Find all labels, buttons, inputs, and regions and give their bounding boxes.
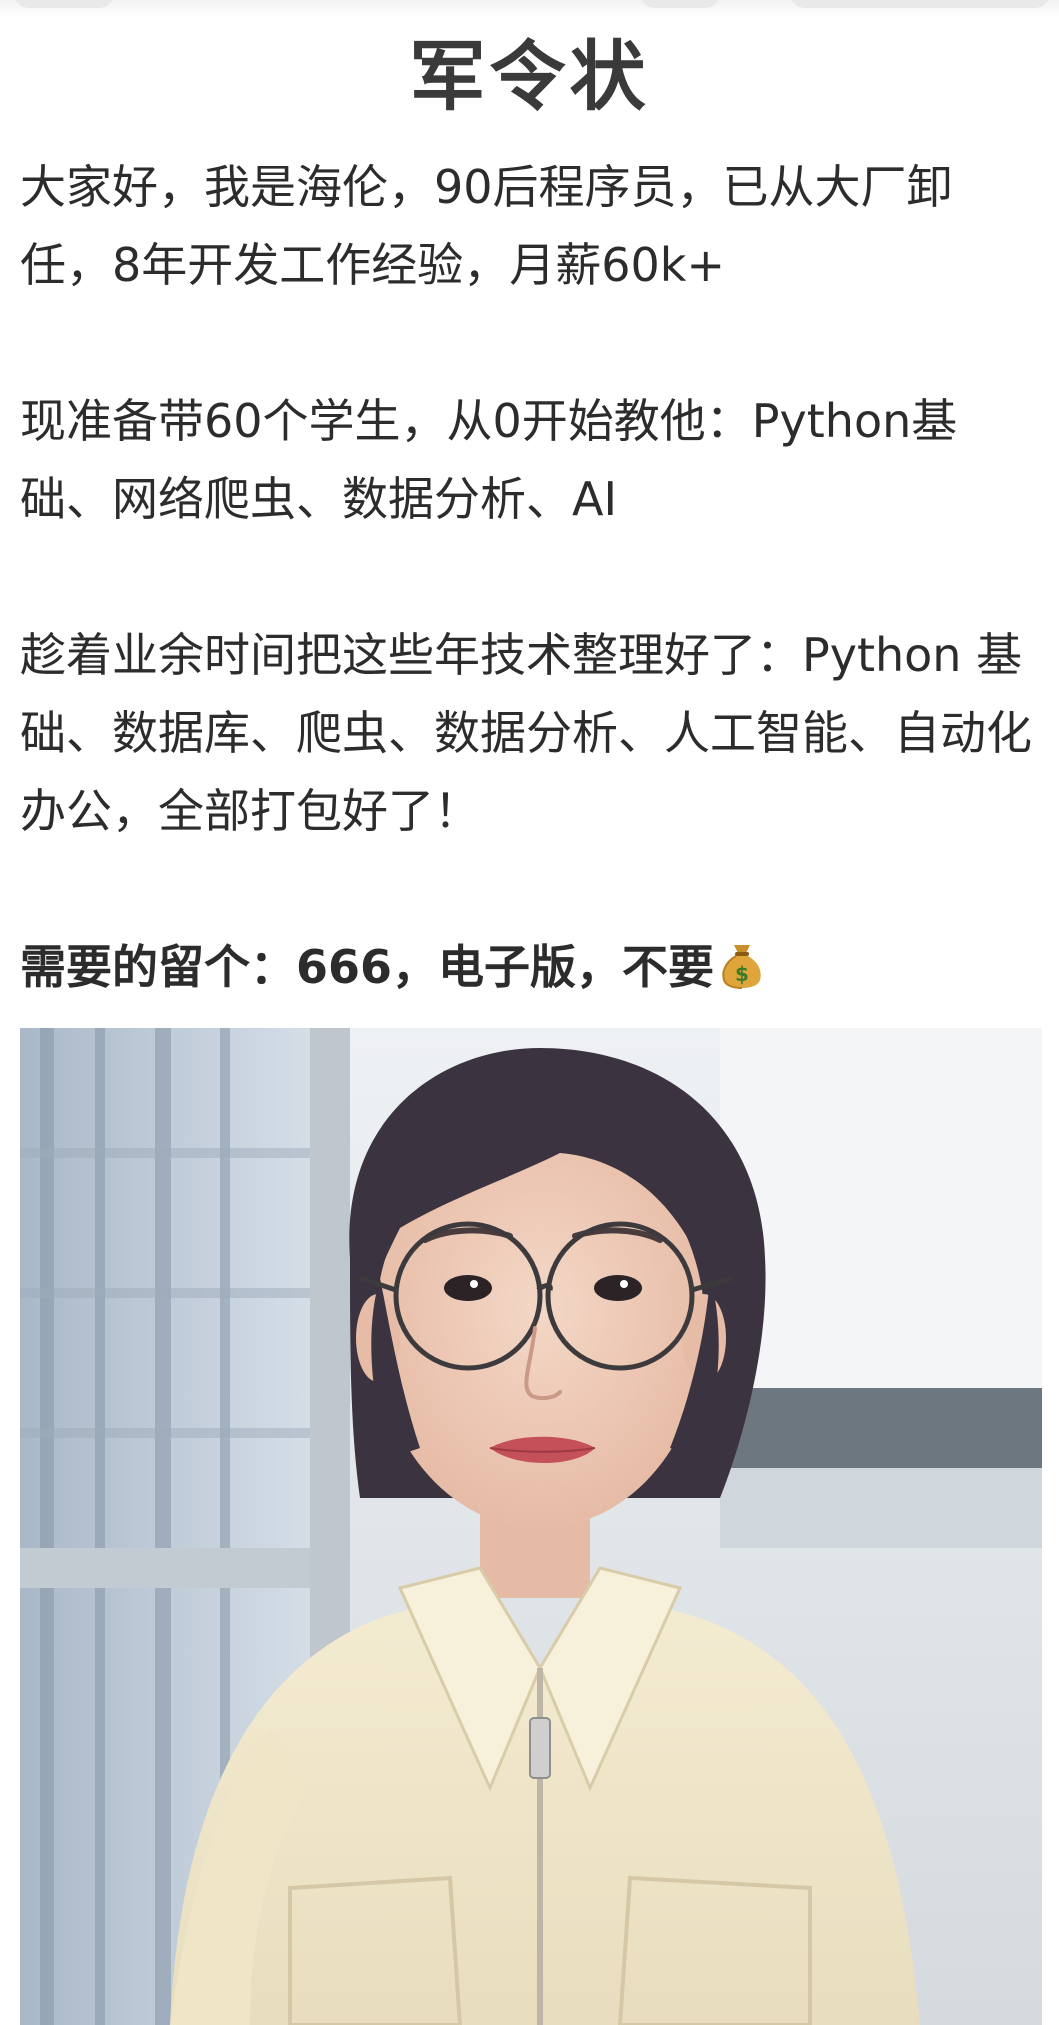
post-call-to-action: 需要的留个：666，电子版，不要 $: [20, 928, 1040, 1012]
post-paragraph-plan: 现准备带60个学生，从0开始教他：Python基础、网络爬虫、数据分析、AI: [20, 394, 958, 526]
portrait-illustration: [20, 1028, 1042, 2025]
post-body: 大家好，我是海伦，90后程序员，已从大厂卸任，8年开发工作经验，月薪60k+ 现…: [20, 148, 1040, 1012]
money-bag-icon: $: [720, 934, 764, 1012]
top-pill-middle: [640, 0, 720, 8]
top-pill-right: [790, 0, 1050, 8]
top-bar-remnant: [0, 0, 1059, 16]
svg-text:$: $: [735, 962, 749, 986]
post-photo: [20, 1028, 1042, 2025]
cta-text: 需要的留个：666，电子版，不要: [20, 940, 715, 994]
top-pill-left: [14, 0, 114, 8]
post-paragraph-intro: 大家好，我是海伦，90后程序员，已从大厂卸任，8年开发工作经验，月薪60k+: [20, 160, 953, 292]
post-title: 军令状: [409, 32, 650, 121]
post-paragraph-materials: 趁着业余时间把这些年技术整理好了：Python 基础、数据库、爬虫、数据分析、人…: [20, 628, 1032, 838]
